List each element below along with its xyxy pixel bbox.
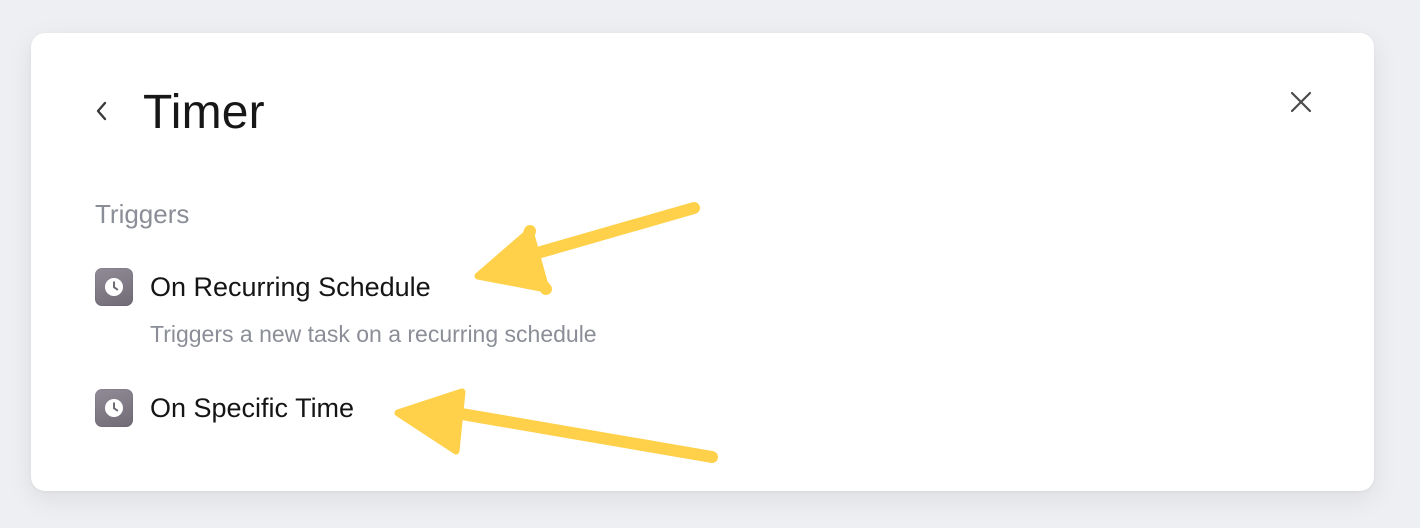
section-label-triggers: Triggers [95,199,190,229]
clock-icon [95,389,133,427]
page-title: Timer [143,86,265,139]
trigger-description: Triggers a new task on a recurring sched… [150,321,597,347]
chevron-left-icon [93,99,111,128]
trigger-title: On Recurring Schedule [150,272,431,302]
timer-panel: Timer Triggers On Recurring Schedule Tri… [31,33,1374,491]
close-button[interactable] [1286,89,1316,119]
back-button[interactable] [89,96,115,130]
close-icon [1289,90,1313,119]
trigger-on-specific-time[interactable]: On Specific Time [95,388,354,428]
clock-icon [95,268,133,306]
trigger-title: On Specific Time [150,393,355,423]
trigger-on-recurring-schedule[interactable]: On Recurring Schedule Triggers a new tas… [95,267,597,349]
